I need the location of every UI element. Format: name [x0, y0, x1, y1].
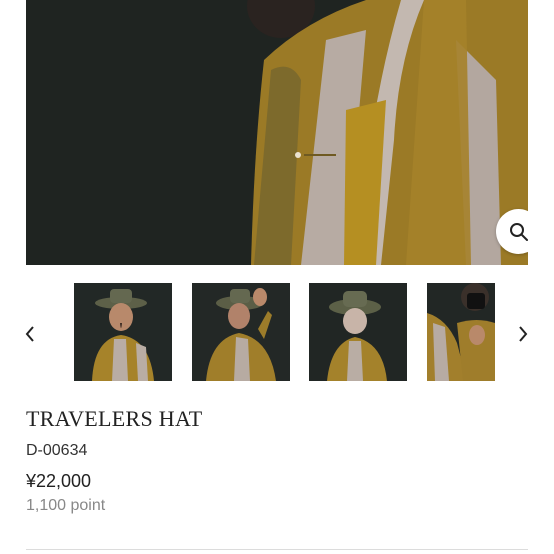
search-icon — [509, 222, 528, 241]
gallery-prev-button[interactable] — [17, 316, 43, 352]
gallery-thumbnail-3[interactable] — [309, 283, 407, 381]
gallery-thumbnail-2[interactable] — [192, 283, 290, 381]
model-holding-camera-photo — [427, 283, 495, 381]
gallery-thumbnail-4[interactable] — [427, 283, 495, 381]
model-wearing-striped-shirt-photo — [26, 0, 528, 265]
model-hat-side-photo — [309, 283, 407, 381]
reward-points: 1,100 point — [26, 497, 106, 514]
gallery-next-button[interactable] — [510, 316, 536, 352]
section-divider — [26, 549, 528, 550]
chevron-left-icon — [25, 326, 34, 342]
model-touching-hat-photo — [192, 283, 290, 381]
product-price: ¥22,000 — [26, 471, 92, 491]
chevron-right-icon — [519, 326, 528, 342]
product-code: D-00634 — [26, 442, 88, 459]
hero-product-image[interactable] — [26, 0, 528, 265]
product-title: TRAVELERS HAT — [26, 406, 203, 431]
model-wearing-hat-front-photo — [74, 283, 172, 381]
gallery-thumbnail-1[interactable] — [74, 283, 172, 381]
